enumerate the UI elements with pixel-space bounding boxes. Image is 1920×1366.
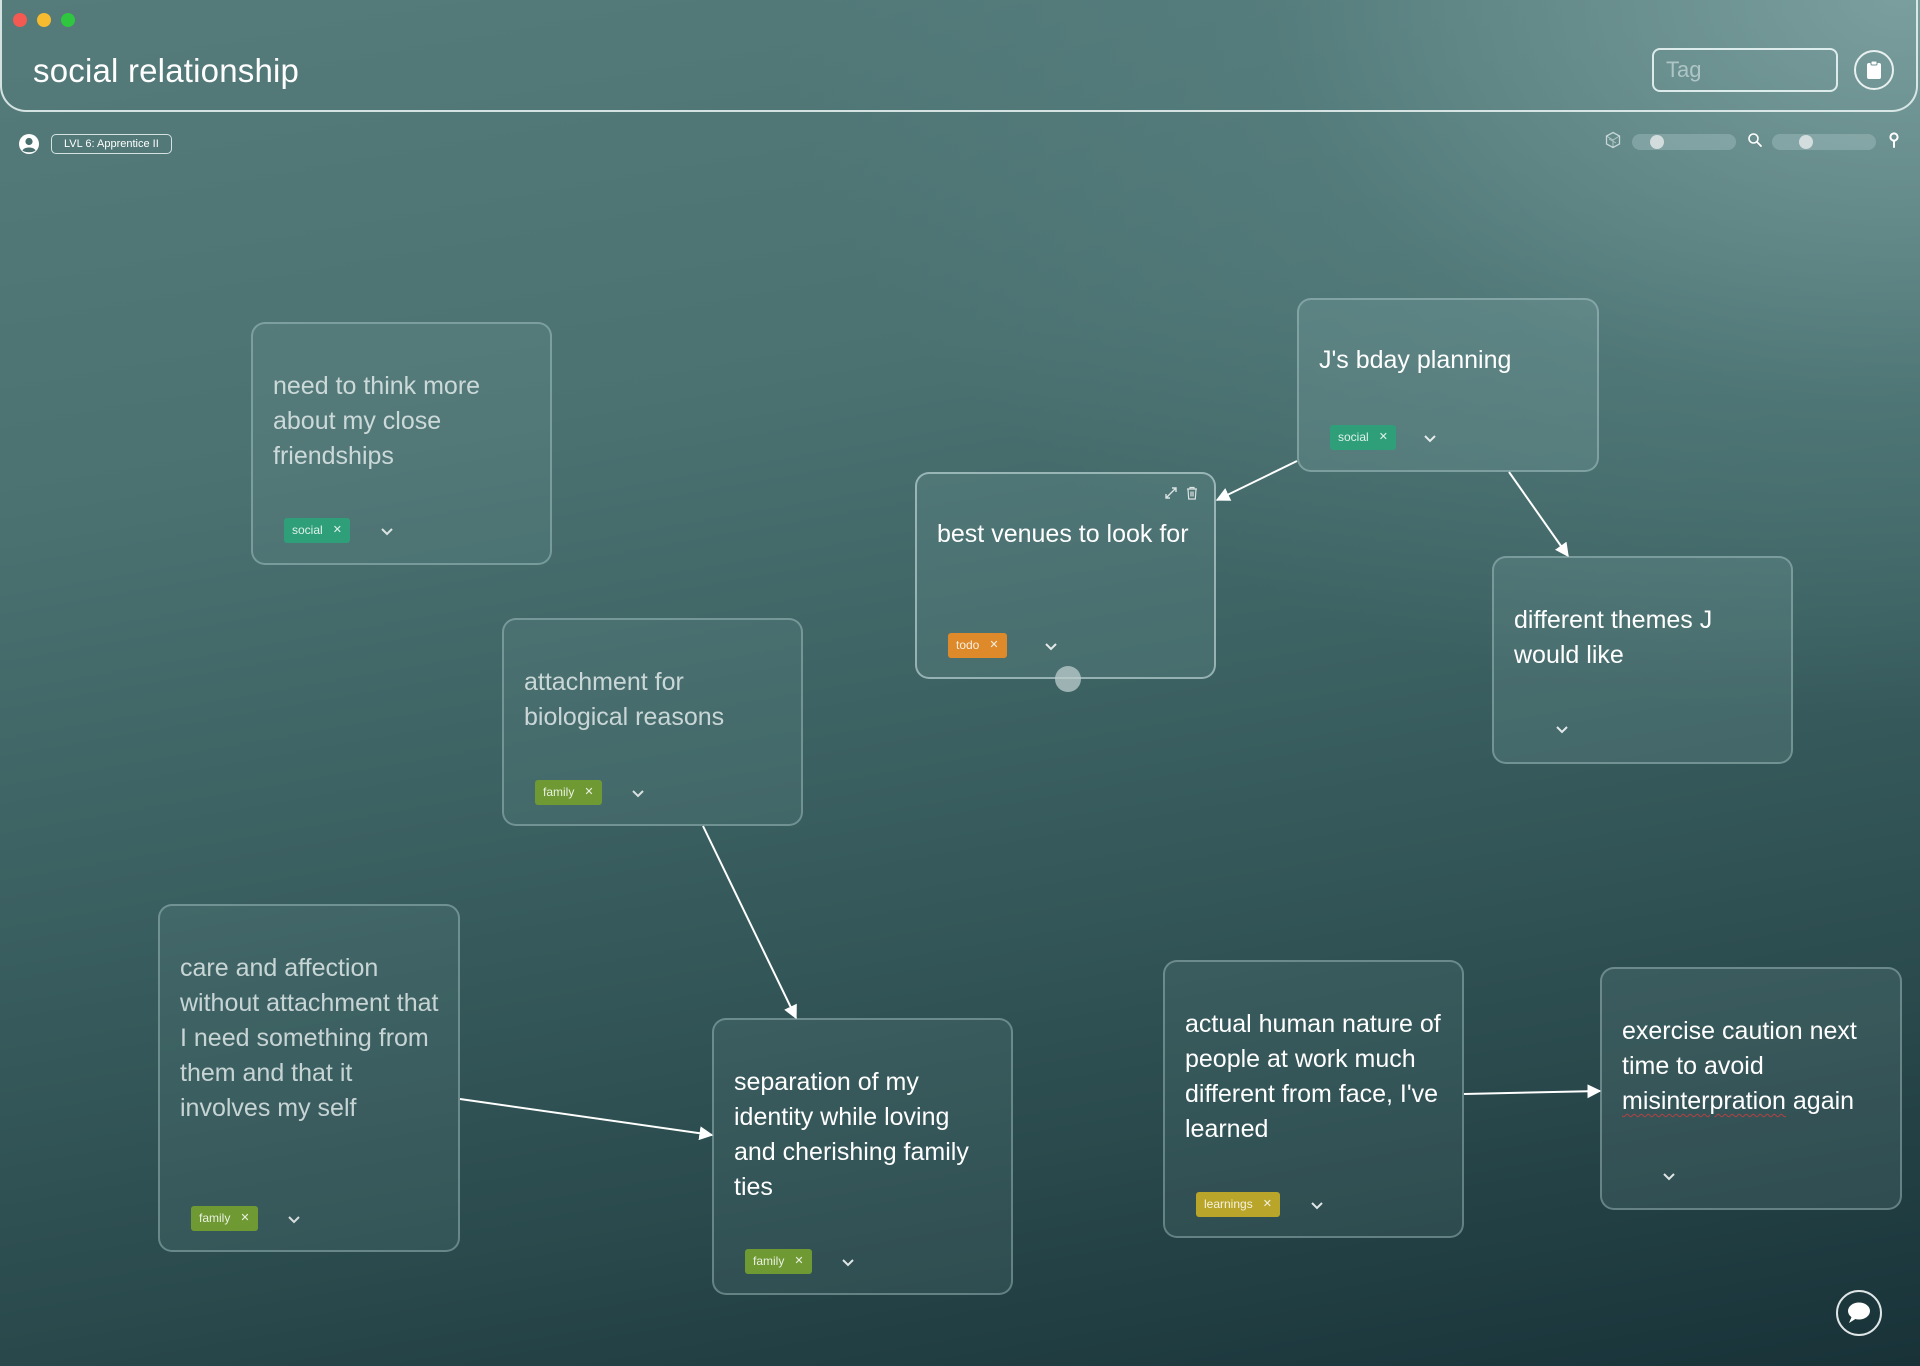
tag-chip: social ✕ [284,518,350,543]
note-card[interactable]: care and affection without attachment th… [158,904,460,1252]
remove-tag-icon[interactable]: ✕ [989,633,998,658]
trash-icon[interactable] [1186,486,1198,500]
connection-handle[interactable] [1055,666,1081,692]
chevron-down-icon[interactable] [1421,432,1439,446]
tag-label: family [753,1254,785,1268]
tag-label: social [1338,430,1369,444]
pin-button[interactable] [1888,132,1900,153]
note-text-part: exercise caution next time to avoid [1622,1017,1857,1080]
note-text[interactable]: care and affection without attachment th… [180,951,442,1126]
clipboard-button[interactable] [1854,50,1894,90]
note-text[interactable]: actual human nature of people at work mu… [1185,1007,1446,1147]
chevron-down-icon[interactable] [378,525,396,539]
remove-tag-icon[interactable]: ✕ [584,780,593,805]
slider-knob[interactable] [1799,135,1813,149]
chevron-down-icon[interactable] [839,1256,857,1270]
note-card[interactable]: separation of my identity while loving a… [712,1018,1013,1295]
edge-c8-c9[interactable] [1463,1084,1602,1099]
search-icon [1748,133,1762,147]
note-text[interactable]: different themes J would like [1514,603,1775,673]
network-depth-slider[interactable] [1632,134,1736,150]
network-icon [1605,131,1621,149]
note-text[interactable]: J's bday planning [1319,343,1581,378]
note-card[interactable]: J's bday planning social ✕ [1297,298,1599,472]
slider-knob[interactable] [1650,135,1664,149]
chevron-down-icon[interactable] [1042,640,1060,654]
tag-chip: family ✕ [191,1206,258,1231]
tag-chip: social ✕ [1330,425,1396,450]
note-text[interactable]: best venues to look for [937,517,1198,552]
network-view-button[interactable] [1604,131,1622,154]
note-text[interactable]: separation of my identity while loving a… [734,1065,995,1205]
tag-label: social [292,523,323,537]
chevron-down-icon[interactable] [285,1213,303,1227]
tag-label: family [543,785,575,799]
tag-chip: family ✕ [535,780,602,805]
tag-chip: learnings ✕ [1196,1192,1280,1217]
note-text-part: again [1785,1087,1855,1115]
tag-label: family [199,1211,231,1225]
tag-input[interactable] [1652,48,1838,92]
chevron-down-icon[interactable] [1660,1170,1678,1184]
chevron-down-icon[interactable] [1553,723,1571,737]
expand-icon[interactable] [1164,486,1178,500]
tag-label: learnings [1204,1197,1253,1211]
chat-button[interactable] [1836,1290,1882,1336]
chat-bubble-icon [1848,1302,1870,1323]
tag-chip: family ✕ [745,1249,812,1274]
remove-tag-icon[interactable]: ✕ [1379,425,1388,450]
tag-chip: todo ✕ [948,633,1007,658]
note-card[interactable]: actual human nature of people at work mu… [1163,960,1464,1238]
remove-tag-icon[interactable]: ✕ [794,1249,803,1274]
level-badge: LVL 6: Apprentice II [51,134,172,154]
note-card[interactable]: need to think more about my close friend… [251,322,552,565]
card-actions [1164,486,1198,500]
clipboard-icon [1867,60,1881,79]
page-title[interactable]: social relationship [33,52,299,90]
note-text[interactable]: need to think more about my close friend… [273,369,534,474]
pin-icon [1889,132,1899,148]
search-button[interactable] [1747,132,1763,153]
edge-c2-c4[interactable] [1508,471,1569,558]
note-card[interactable]: different themes J would like [1492,556,1793,764]
remove-tag-icon[interactable]: ✕ [333,518,342,543]
chevron-down-icon[interactable] [629,787,647,801]
misspelled-word[interactable]: misinterpration [1622,1087,1786,1115]
chevron-down-icon[interactable] [1308,1199,1326,1213]
edge-c5-c7[interactable] [702,825,797,1020]
note-text[interactable]: attachment for biological reasons [524,665,785,735]
remove-tag-icon[interactable]: ✕ [1263,1192,1272,1217]
edge-c2-c3[interactable] [1215,460,1298,501]
header-bar: social relationship [0,0,1918,112]
user-profile-button[interactable] [18,133,40,160]
note-card[interactable]: exercise caution next time to avoid misi… [1600,967,1902,1210]
remove-tag-icon[interactable]: ✕ [240,1206,249,1231]
note-card[interactable]: attachment for biological reasons family… [502,618,803,826]
note-text[interactable]: exercise caution next time to avoid misi… [1622,1014,1884,1119]
tag-label: todo [956,638,980,652]
zoom-slider[interactable] [1772,134,1876,150]
user-circle-icon [19,134,39,154]
edge-c6-c7[interactable] [459,1098,714,1141]
note-card-selected[interactable]: best venues to look for todo ✕ [915,472,1216,692]
